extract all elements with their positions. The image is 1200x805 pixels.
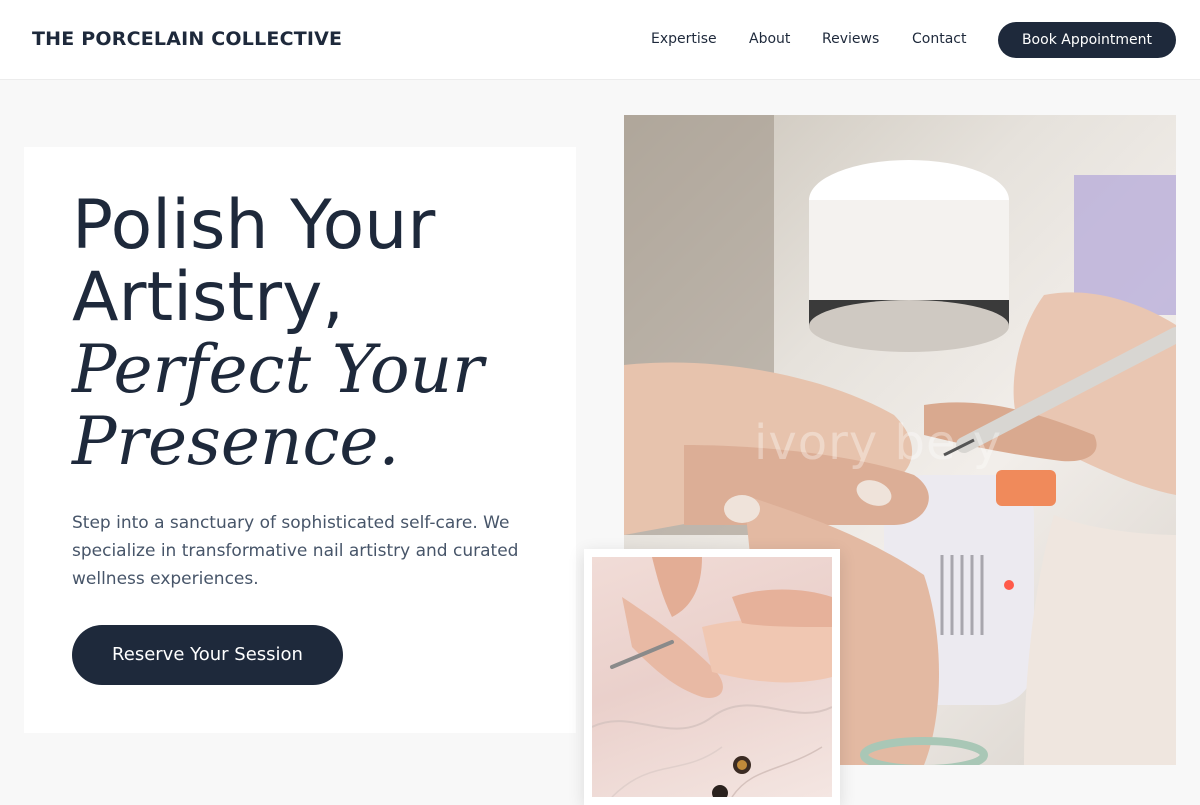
nav-link-about[interactable]: About (749, 31, 790, 47)
nail-care-illustration (592, 557, 832, 797)
hero-description: Step into a sanctuary of sophisticated s… (72, 513, 519, 589)
nav-link-reviews[interactable]: Reviews (822, 31, 879, 47)
site-header: THE PORCELAIN COLLECTIVE Expertise About… (0, 0, 1200, 80)
hero-title-italic-line: Perfect Your (72, 331, 484, 408)
secondary-photo-frame (584, 549, 840, 805)
hero-title: Polish Your Artistry, Perfect Your Prese… (72, 190, 484, 478)
hero-title-italic-line: Presence. (72, 403, 400, 480)
nav-link-contact[interactable]: Contact (912, 31, 966, 47)
hero-card: Polish Your Artistry, Perfect Your Prese… (24, 147, 576, 733)
brand-logo[interactable]: THE PORCELAIN COLLECTIVE (32, 28, 342, 50)
nav-link-expertise[interactable]: Expertise (651, 31, 717, 47)
photo-watermark: ivory be y (754, 415, 1003, 471)
hero-title-line: Artistry, (72, 258, 344, 337)
hero-title-line: Polish Your (72, 186, 436, 265)
book-appointment-button[interactable]: Book Appointment (998, 22, 1176, 58)
nail-care-photo (592, 557, 832, 797)
reserve-session-button[interactable]: Reserve Your Session (72, 625, 343, 685)
